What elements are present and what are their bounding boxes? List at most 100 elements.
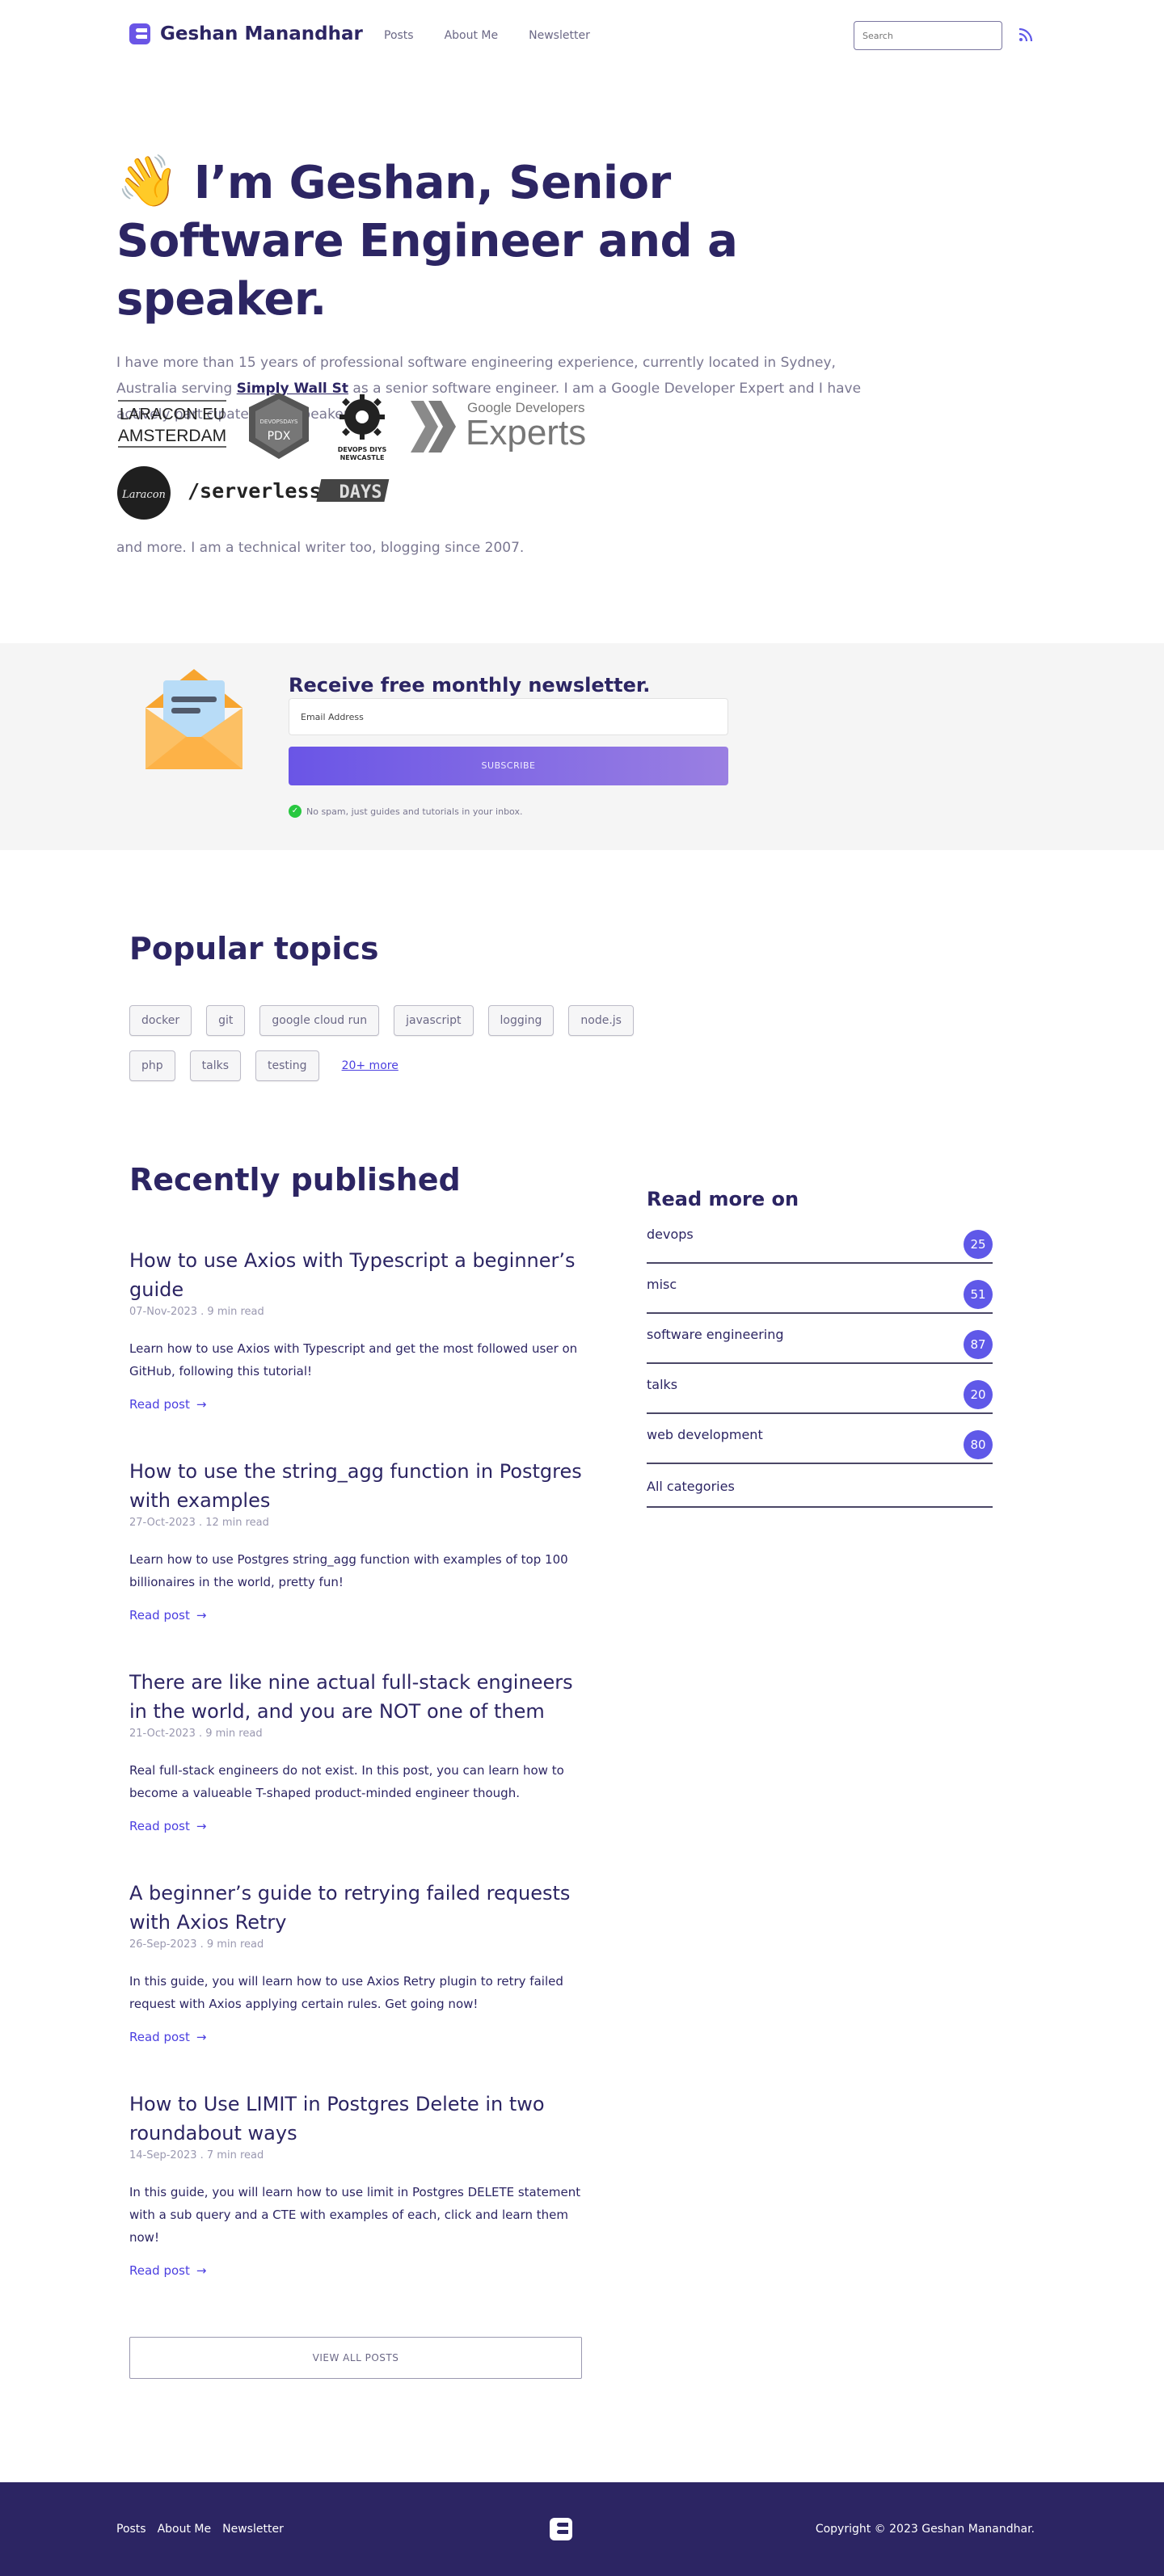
laracon-eu-line1: LARACON EU [120, 406, 225, 423]
post-title[interactable]: There are like nine actual full-stack en… [129, 1668, 582, 1726]
read-post-link[interactable]: Read post → [129, 2263, 582, 2278]
serverless-days-line1: /serverless/ [188, 479, 334, 503]
tag-row-1: docker git google cloud run javascript l… [129, 1005, 647, 1036]
brand-name: Geshan Manandhar [160, 23, 363, 44]
devops-newcastle-line2: NEWCASTLE [340, 454, 385, 461]
more-topics-link[interactable]: 20+ more [342, 1059, 399, 1072]
category-talks[interactable]: talks 20 [647, 1364, 993, 1414]
popular-topics-title: Popular topics [129, 931, 379, 966]
read-post-link[interactable]: Read post → [129, 1819, 582, 1833]
google-developers-experts-logo: Google Developers Experts [411, 400, 586, 452]
devops-newcastle-line1: DEVOPS DIYS [338, 446, 387, 453]
view-all-posts-button[interactable]: VIEW ALL POSTS [129, 2337, 582, 2379]
wave-icon: 👋 [116, 151, 179, 210]
post-description: In this guide, you will learn how to use… [129, 2185, 581, 2245]
category-name: web development [647, 1427, 763, 1442]
tag-javascript[interactable]: javascript [394, 1005, 474, 1036]
tag-git[interactable]: git [206, 1005, 246, 1036]
check-circle-icon: ✓ [289, 805, 302, 818]
footer-nav-newsletter[interactable]: Newsletter [222, 2523, 284, 2536]
topic-tags: docker git google cloud run javascript l… [129, 1005, 647, 1096]
post-meta: 27-Oct-2023 . 12 min read [129, 1517, 269, 1529]
laracon-eu-logo: LARACON EU AMSTERDAM [118, 400, 226, 448]
category-software-engineering[interactable]: software engineering 87 [647, 1314, 993, 1364]
post-description: Learn how to use Axios with Typescript a… [129, 1341, 578, 1378]
read-post-link[interactable]: Read post → [129, 2030, 582, 2044]
read-post-label: Read post [129, 1608, 190, 1623]
category-devops[interactable]: devops 25 [647, 1214, 993, 1264]
post-meta: 07-Nov-2023 . 9 min read [129, 1306, 264, 1318]
read-post-label: Read post [129, 2263, 190, 2278]
post-title[interactable]: How to Use LIMIT in Postgres Delete in t… [129, 2090, 582, 2148]
category-name: devops [647, 1227, 694, 1242]
tag-talks[interactable]: talks [189, 1050, 242, 1081]
read-more-sidebar: Read more on devops 25 misc 51 software en… [647, 1188, 993, 1508]
devopsdays-pdx-line2: PDX [268, 430, 291, 443]
all-categories-link[interactable]: All categories [647, 1464, 993, 1508]
search-input[interactable] [854, 21, 1002, 50]
site-footer: Posts About Me Newsletter Copyright © 20… [0, 2482, 1164, 2576]
arrow-right-icon: → [196, 1608, 207, 1623]
rss-icon[interactable] [1018, 27, 1033, 42]
post-meta: 21-Oct-2023 . 9 min read [129, 1728, 263, 1740]
newsletter-note: ✓ No spam, just guides and tutorials in … [289, 805, 522, 818]
envelope-icon [146, 669, 242, 769]
post-description: Learn how to use Postgres string_agg fun… [129, 1552, 568, 1589]
brand-logo-icon [129, 23, 150, 44]
post-item: A beginner’s guide to retrying failed re… [129, 1879, 582, 2090]
footer-nav-posts[interactable]: Posts [116, 2523, 146, 2536]
hero-section: 👋 I’m Geshan, Senior Software Engineer a… [116, 152, 909, 427]
gde-line2: Experts [466, 413, 586, 452]
tag-logging[interactable]: logging [487, 1005, 555, 1036]
footer-nav: Posts About Me Newsletter [116, 2523, 284, 2536]
hero-title-text: I’m Geshan, Senior Software Engineer and… [116, 157, 738, 326]
nav-about-me[interactable]: About Me [445, 29, 499, 42]
category-count-badge: 51 [964, 1280, 993, 1309]
devopsdays-pdx-line1: DEVOPSDAYS [260, 419, 298, 425]
arrow-right-icon: → [196, 2263, 207, 2278]
devopsdays-pdx-logo: DEVOPSDAYS PDX [249, 393, 309, 459]
post-description: In this guide, you will learn how to use… [129, 1974, 563, 2011]
arrow-right-icon: → [196, 2030, 207, 2044]
main-nav: Posts About Me Newsletter [384, 29, 590, 42]
tag-docker[interactable]: docker [129, 1005, 192, 1036]
category-misc[interactable]: misc 51 [647, 1264, 993, 1314]
post-title[interactable]: How to use the string_agg function in Po… [129, 1457, 582, 1515]
serverless-days-logo: /serverless/ DAYS [188, 479, 390, 503]
read-post-label: Read post [129, 2030, 190, 2044]
category-web-development[interactable]: web development 80 [647, 1414, 993, 1464]
post-item: How to use Axios with Typescript a begin… [129, 1246, 582, 1457]
hero-outro: and more. I am a technical writer too, b… [116, 540, 525, 556]
read-post-link[interactable]: Read post → [129, 1397, 582, 1412]
category-count-badge: 20 [964, 1380, 993, 1409]
subscribe-button[interactable]: SUBSCRIBE [289, 747, 728, 785]
read-post-link[interactable]: Read post → [129, 1608, 582, 1623]
tag-row-2: php talks testing 20+ more [129, 1050, 647, 1081]
footer-nav-about-me[interactable]: About Me [158, 2523, 212, 2536]
tag-google-cloud-run[interactable]: google cloud run [259, 1005, 380, 1036]
site-header: Geshan Manandhar Posts About Me Newslett… [0, 0, 1164, 71]
nav-newsletter[interactable]: Newsletter [529, 29, 590, 42]
email-field[interactable]: Email Address [289, 698, 728, 735]
nav-posts[interactable]: Posts [384, 29, 414, 42]
post-item: There are like nine actual full-stack en… [129, 1668, 582, 1879]
recently-published-title: Recently published [129, 1162, 461, 1198]
tag-testing[interactable]: testing [255, 1050, 319, 1081]
footer-logo-icon[interactable] [550, 2518, 572, 2540]
brand-link[interactable]: Geshan Manandhar [129, 23, 363, 44]
tag-php[interactable]: php [129, 1050, 175, 1081]
hero-title: 👋 I’m Geshan, Senior Software Engineer a… [116, 152, 909, 329]
sidebar-title: Read more on [647, 1188, 799, 1210]
speaker-logos: LARACON EU AMSTERDAM DEVOPSDAYS PDX DEVO… [116, 391, 601, 520]
post-title[interactable]: A beginner’s guide to retrying failed re… [129, 1879, 582, 1937]
post-description: Real full-stack engineers do not exist. … [129, 1763, 564, 1800]
tag-nodejs[interactable]: node.js [568, 1005, 634, 1036]
newsletter-note-text: No spam, just guides and tutorials in yo… [306, 806, 523, 817]
category-name: talks [647, 1377, 678, 1392]
category-name: misc [647, 1277, 677, 1292]
post-meta: 26-Sep-2023 . 9 min read [129, 1938, 264, 1951]
read-post-label: Read post [129, 1397, 190, 1412]
post-item: How to use the string_agg function in Po… [129, 1457, 582, 1668]
post-title[interactable]: How to use Axios with Typescript a begin… [129, 1246, 582, 1304]
arrow-right-icon: → [196, 1819, 207, 1833]
